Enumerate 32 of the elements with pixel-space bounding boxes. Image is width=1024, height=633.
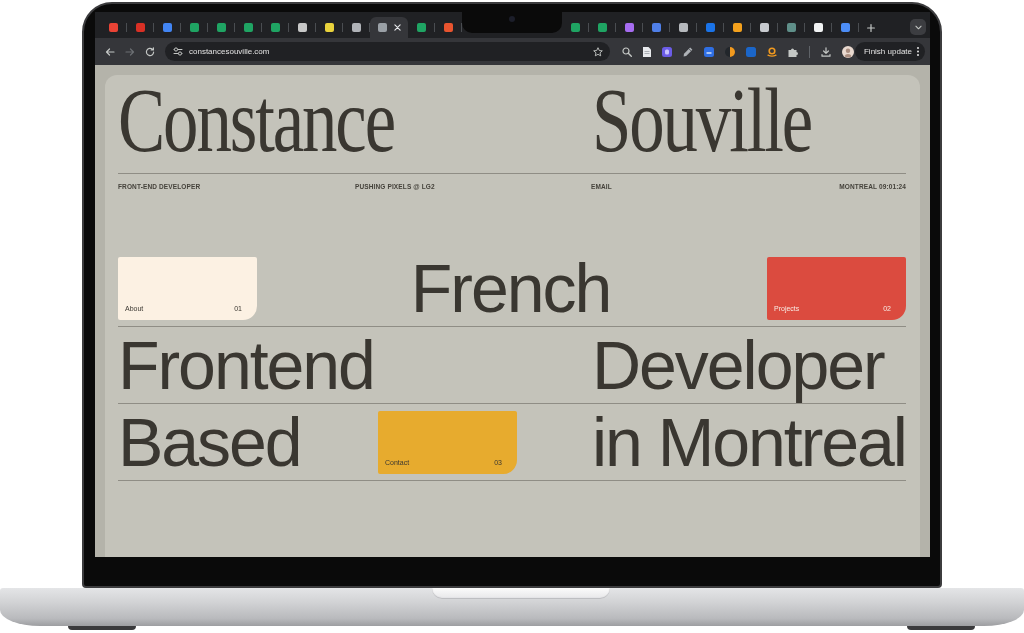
last-name-heading: Souville <box>592 69 813 173</box>
half-circle-icon[interactable] <box>725 46 735 57</box>
arrow-right-icon <box>125 46 135 57</box>
chevron-down-icon <box>914 24 922 30</box>
plus-icon <box>867 23 875 32</box>
tile-icon[interactable] <box>662 46 672 57</box>
puzzle-icon[interactable] <box>788 46 798 57</box>
tile-icon[interactable] <box>704 46 714 57</box>
url-text: constancesouville.com <box>189 47 270 56</box>
sliders-icon[interactable] <box>173 47 183 56</box>
headline-word: Based <box>118 404 302 481</box>
download-icon[interactable] <box>821 46 831 57</box>
finish-update-button[interactable]: Finish update <box>854 42 925 61</box>
ring-and-arc-icon[interactable] <box>767 46 777 57</box>
tab-search-button[interactable] <box>910 19 926 35</box>
headline-word: in Montreal <box>592 404 907 481</box>
close-icon[interactable] <box>393 24 401 31</box>
avatar-icon[interactable] <box>842 45 854 58</box>
pencil-icon[interactable] <box>683 46 693 57</box>
address-bar[interactable]: constancesouville.com <box>165 42 610 61</box>
tile-icon[interactable] <box>746 46 756 57</box>
star-icon[interactable] <box>593 46 603 57</box>
headline-word: French <box>410 250 612 327</box>
headline-word: Developer <box>592 327 886 404</box>
reload-icon <box>145 46 155 57</box>
first-name-heading: Constance <box>118 69 395 173</box>
magnifier-icon[interactable] <box>622 46 632 57</box>
laptop-foot <box>907 626 975 630</box>
laptop-foot <box>68 626 136 630</box>
headline-word: Frontend <box>118 327 375 404</box>
arrow-left-icon <box>105 46 115 57</box>
document-icon[interactable] <box>643 46 651 57</box>
